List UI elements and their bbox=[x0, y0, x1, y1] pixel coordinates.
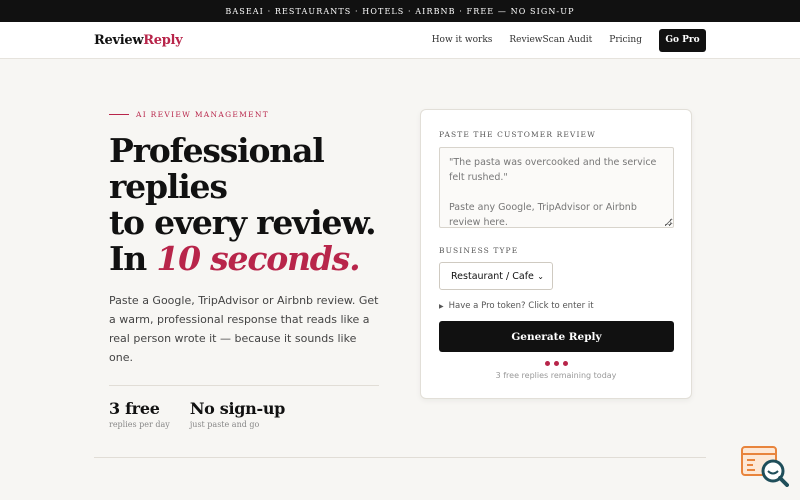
logo-part-reply: Reply bbox=[143, 32, 183, 48]
dot bbox=[544, 361, 550, 366]
headline-accent: 10 seconds. bbox=[156, 239, 360, 278]
resize-handle-icon[interactable] bbox=[665, 219, 671, 225]
eyebrow-line bbox=[109, 114, 129, 115]
business-type-select[interactable]: Restaurant / Cafe ⌄ bbox=[439, 262, 553, 290]
stat-value: No sign-up bbox=[189, 399, 286, 418]
logo-part-review: Review bbox=[94, 32, 144, 48]
banner-text: BASEAI · RESTAURANTS · HOTELS · AIRBNB ·… bbox=[225, 6, 575, 16]
headline-line-1: Professional bbox=[109, 131, 325, 170]
hero-section: AI REVIEW MANAGEMENT Professional replie… bbox=[109, 110, 389, 429]
stat-label: replies per day bbox=[109, 420, 170, 429]
generate-reply-button[interactable]: Generate Reply bbox=[439, 321, 674, 352]
dot bbox=[562, 361, 568, 366]
business-type-label: BUSINESS TYPE bbox=[439, 246, 519, 255]
pro-token-toggle[interactable]: ▶ Have a Pro token? Click to enter it bbox=[439, 301, 673, 311]
reply-generator-card: PASTE THE CUSTOMER REVIEW "The pasta was… bbox=[420, 109, 692, 399]
replies-remaining: 3 free replies remaining today bbox=[495, 371, 617, 380]
nav-link-pricing[interactable]: Pricing bbox=[609, 35, 642, 45]
headline-line-2: replies bbox=[109, 167, 228, 206]
nav-link-reviewscan-audit[interactable]: ReviewScan Audit bbox=[509, 35, 592, 45]
dot bbox=[553, 361, 559, 366]
nav-links: How it works ReviewScan Audit Pricing Go… bbox=[415, 28, 706, 52]
chevron-down-icon: ⌄ bbox=[537, 271, 544, 281]
pro-token-text: Have a Pro token? Click to enter it bbox=[448, 301, 594, 311]
eyebrow: AI REVIEW MANAGEMENT bbox=[109, 110, 389, 119]
stat-free: 3 free replies per day bbox=[109, 399, 170, 429]
disclosure-triangle-icon: ▶ bbox=[439, 302, 444, 310]
hero-divider bbox=[109, 385, 379, 386]
review-placeholder: "The pasta was overcooked and the servic… bbox=[449, 157, 657, 228]
search-chat-icon bbox=[741, 446, 789, 487]
headline-line-4-prefix: In bbox=[109, 239, 157, 278]
go-pro-button[interactable]: Go Pro bbox=[659, 28, 706, 52]
loading-dots bbox=[439, 361, 673, 366]
announcement-banner: BASEAI · RESTAURANTS · HOTELS · AIRBNB ·… bbox=[0, 0, 800, 22]
eyebrow-text: AI REVIEW MANAGEMENT bbox=[136, 110, 270, 119]
review-field-label: PASTE THE CUSTOMER REVIEW bbox=[439, 130, 596, 139]
hero-headline: Professional replies to every review. In… bbox=[109, 133, 389, 277]
support-widget[interactable] bbox=[741, 445, 789, 487]
business-type-value: Restaurant / Cafe bbox=[451, 270, 534, 282]
hero-stats: 3 free replies per day No sign-up just p… bbox=[109, 399, 389, 429]
nav-link-how-it-works[interactable]: How it works bbox=[432, 35, 493, 45]
headline-line-3: to every review. bbox=[109, 203, 377, 242]
stat-label: just paste and go bbox=[189, 420, 260, 429]
stat-no-signup: No sign-up just paste and go bbox=[189, 399, 286, 429]
logo[interactable]: ReviewReply bbox=[94, 32, 183, 48]
section-divider bbox=[94, 457, 706, 458]
hero-lead: Paste a Google, TripAdvisor or Airbnb re… bbox=[109, 294, 379, 364]
top-nav: ReviewReply How it works ReviewScan Audi… bbox=[0, 22, 800, 59]
review-textarea[interactable]: "The pasta was overcooked and the servic… bbox=[439, 147, 674, 228]
stat-value: 3 free bbox=[109, 399, 160, 418]
